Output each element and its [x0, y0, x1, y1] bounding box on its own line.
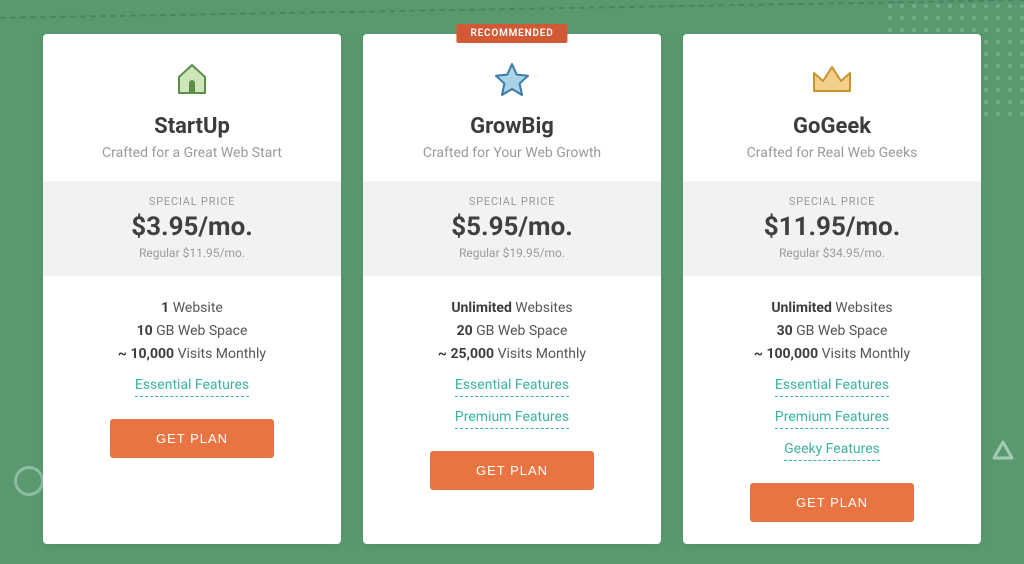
- features-list: 1 Website 10 GB Web Space ~ 10,000 Visit…: [43, 298, 341, 397]
- regular-price: Regular $19.95/mo.: [373, 246, 651, 260]
- feature-websites: 1 Website: [43, 298, 341, 319]
- plan-card-gogeek: GoGeek Crafted for Real Web Geeks SPECIA…: [683, 34, 981, 544]
- geeky-features-link[interactable]: Geeky Features: [784, 439, 880, 461]
- recommended-badge: RECOMMENDED: [456, 24, 567, 43]
- feature-visits: ~ 100,000 Visits Monthly: [683, 344, 981, 365]
- price-label: SPECIAL PRICE: [53, 195, 331, 208]
- pricing-cards-row: StartUp Crafted for a Great Web Start SP…: [0, 0, 1024, 564]
- plan-card-growbig: RECOMMENDED GrowBig Crafted for Your Web…: [363, 34, 661, 544]
- plan-tagline: Crafted for Your Web Growth: [363, 145, 661, 161]
- plan-name: StartUp: [43, 114, 341, 139]
- price: $5.95/mo.: [373, 212, 651, 242]
- essential-features-link[interactable]: Essential Features: [775, 375, 889, 397]
- feature-visits: ~ 25,000 Visits Monthly: [363, 344, 661, 365]
- feature-websites: Unlimited Websites: [683, 298, 981, 319]
- feature-visits: ~ 10,000 Visits Monthly: [43, 344, 341, 365]
- essential-features-link[interactable]: Essential Features: [135, 375, 249, 397]
- price: $3.95/mo.: [53, 212, 331, 242]
- feature-space: 30 GB Web Space: [683, 321, 981, 342]
- price-box: SPECIAL PRICE $3.95/mo. Regular $11.95/m…: [43, 181, 341, 276]
- plan-name: GrowBig: [363, 114, 661, 139]
- price-label: SPECIAL PRICE: [693, 195, 971, 208]
- features-list: Unlimited Websites 20 GB Web Space ~ 25,…: [363, 298, 661, 429]
- price-box: SPECIAL PRICE $5.95/mo. Regular $19.95/m…: [363, 181, 661, 276]
- features-list: Unlimited Websites 30 GB Web Space ~ 100…: [683, 298, 981, 461]
- plan-name: GoGeek: [683, 114, 981, 139]
- get-plan-button[interactable]: GET PLAN: [430, 451, 594, 490]
- plan-tagline: Crafted for a Great Web Start: [43, 145, 341, 161]
- get-plan-button[interactable]: GET PLAN: [110, 419, 274, 458]
- plan-tagline: Crafted for Real Web Geeks: [683, 145, 981, 161]
- crown-icon: [683, 60, 981, 100]
- price: $11.95/mo.: [693, 212, 971, 242]
- house-icon: [43, 60, 341, 100]
- premium-features-link[interactable]: Premium Features: [455, 407, 569, 429]
- essential-features-link[interactable]: Essential Features: [455, 375, 569, 397]
- feature-space: 20 GB Web Space: [363, 321, 661, 342]
- feature-websites: Unlimited Websites: [363, 298, 661, 319]
- price-label: SPECIAL PRICE: [373, 195, 651, 208]
- star-icon: [363, 60, 661, 100]
- get-plan-button[interactable]: GET PLAN: [750, 483, 914, 522]
- price-box: SPECIAL PRICE $11.95/mo. Regular $34.95/…: [683, 181, 981, 276]
- premium-features-link[interactable]: Premium Features: [775, 407, 889, 429]
- feature-space: 10 GB Web Space: [43, 321, 341, 342]
- regular-price: Regular $11.95/mo.: [53, 246, 331, 260]
- regular-price: Regular $34.95/mo.: [693, 246, 971, 260]
- plan-card-startup: StartUp Crafted for a Great Web Start SP…: [43, 34, 341, 544]
